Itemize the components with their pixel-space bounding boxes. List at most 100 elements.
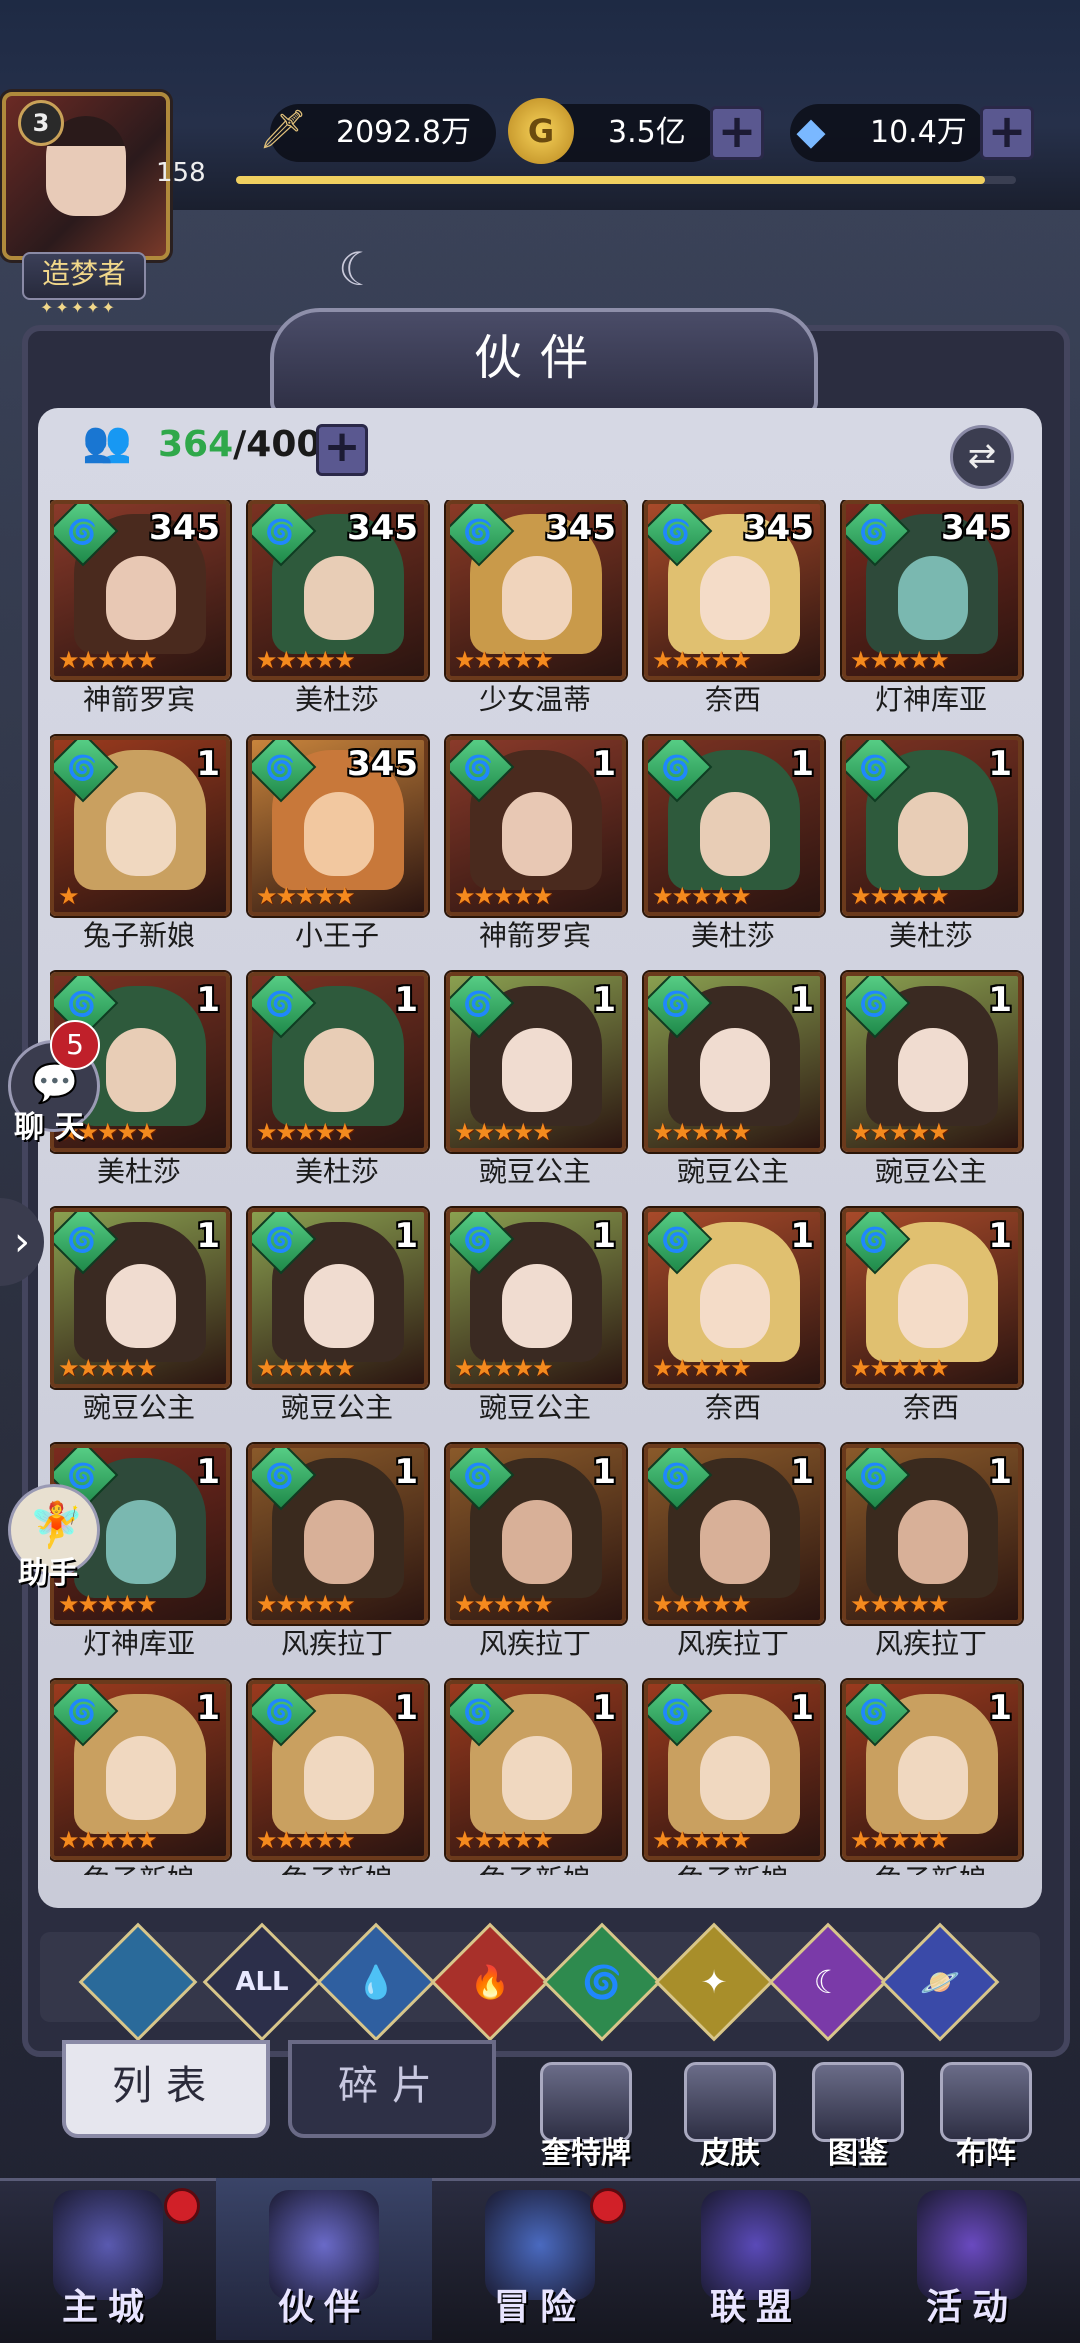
formation-button[interactable]: 布阵 [936,2062,1036,2171]
tab-list[interactable]: 列表 [62,2040,270,2138]
hero-face [502,1028,572,1112]
fire-filter-label: 🔥 [470,1963,510,2001]
hero-portrait: 🌀 1 ★★★★★ [644,1680,824,1860]
hero-face [700,1028,770,1112]
hero-card[interactable]: 🌀 1 ★★★★★ 奈西 [644,1208,824,1424]
hero-portrait: 🌀 1 ★★★★★ [446,1444,626,1624]
hero-card[interactable]: 🌀 1 ★★★★★ 风疾拉丁 [446,1444,626,1660]
hero-card[interactable]: 🌀 1 ★★★★★ 风疾拉丁 [644,1444,824,1660]
hero-name: 风疾拉丁 [478,1627,591,1660]
hero-face [304,1264,374,1348]
hero-portrait: 🌀 1 ★★★★★ [446,736,626,916]
codex-button[interactable]: 图鉴 [808,2062,908,2171]
quest-cards-button[interactable]: 奎特牌 [536,2062,636,2171]
hero-card[interactable]: 🌀1★★★★★兔子新娘 [446,1680,626,1875]
hero-card[interactable]: 🌀 1 ★★★★★ 美杜莎 [644,736,824,952]
hero-card[interactable]: 🌀 1 ★★★★★ 豌豆公主 [644,972,824,1188]
hero-portrait: 🌀 1 ★★★★★ [644,1444,824,1624]
hero-name: 豌豆公主 [82,1391,195,1424]
hero-card[interactable]: 🌀 1 ★★★★★ 豌豆公主 [842,972,1022,1188]
hero-portrait: 🌀 345 ★★★★★ [842,500,1022,680]
hero-level: 1 [394,1216,418,1256]
hero-stars: ★★★★★ [850,1826,950,1854]
hero-card[interactable]: 🌀 1 ★★★★★ 豌豆公主 [446,1208,626,1424]
hero-card[interactable]: 🌀 345 ★★★★★ 神箭罗宾 [50,500,230,716]
hero-name: 豌豆公主 [676,1155,789,1188]
hero-face [106,1028,176,1112]
hero-portrait: 🌀 1 ★★★★★ [50,1680,230,1860]
hero-stars: ★★★★★ [256,882,356,910]
hero-card[interactable]: 🌀1★★★★★兔子新娘 [248,1680,428,1875]
hero-stars: ★★★★★ [256,1118,356,1146]
hero-card[interactable]: 🌀 1 ★ 兔子新娘 [50,736,230,952]
hero-card[interactable]: 🌀 1 ★★★★★ 神箭罗宾 [446,736,626,952]
skins-button[interactable]: 皮肤 [680,2062,780,2171]
hero-card[interactable]: 🌀 1 ★★★★★ 美杜莎 [248,972,428,1188]
hero-name: 豌豆公主 [478,1155,591,1188]
partner-capacity: 364/400 [158,424,321,465]
hero-card[interactable]: 🌀 1 ★★★★★ 豌豆公主 [446,972,626,1188]
player-title[interactable]: 造梦者 [22,252,146,300]
nav-events[interactable]: 活动 [864,2178,1080,2340]
nav-partners[interactable]: 伙伴 [216,2178,432,2340]
hero-card[interactable]: 🌀 345 ★★★★★ 少女温蒂 [446,500,626,716]
hero-stars: ★★★★★ [454,1826,554,1854]
hero-card[interactable]: 🌀 345 ★★★★★ 美杜莎 [248,500,428,716]
nav-label: 主城 [61,2287,154,2328]
hero-name: 豌豆公主 [478,1391,591,1424]
hero-card[interactable]: 🌀 345 ★★★★★ 小王子 [248,736,428,952]
hero-card[interactable]: 🌀 1 ★★★★★ 豌豆公主 [50,1208,230,1424]
hero-card[interactable]: 🌀1★★★★★兔子新娘 [50,1680,230,1875]
power-value: 2092.8万 [336,115,471,150]
hero-card[interactable]: 🌀 1 ★★★★★ 豌豆公主 [248,1208,428,1424]
exp-bar [236,176,1016,184]
hero-face [700,1500,770,1584]
hero-name: 奈西 [704,683,761,716]
hero-name: 风疾拉丁 [280,1627,393,1660]
partners-count-icon: 👥 [82,419,132,465]
hero-portrait: 🌀 1 ★★★★★ [842,1680,1022,1860]
hero-name: 神箭罗宾 [82,683,195,716]
hero-card[interactable]: 🌀 1 ★★★★★ 风疾拉丁 [842,1444,1022,1660]
nav-alliance[interactable]: 联盟 [648,2178,864,2340]
wind-glyph: 🌀 [661,1462,691,1490]
add-diamond-button[interactable]: + [980,106,1034,160]
hero-stars: ★★★★★ [256,1590,356,1618]
hero-card[interactable]: 🌀 345 ★★★★★ 奈西 [644,500,824,716]
hero-face [898,1264,968,1348]
hero-card[interactable]: 🌀1★★★★★兔子新娘 [842,1680,1022,1875]
hero-portrait: 🌀 1 ★★★★★ [644,972,824,1152]
wind-glyph: 🌀 [859,754,889,782]
hero-level: 1 [394,980,418,1020]
hero-stars: ★★★★★ [58,1590,158,1618]
hero-stars: ★★★★★ [454,646,554,674]
hero-card[interactable]: 🌀 1 ★★★★★ 奈西 [842,1208,1022,1424]
hero-name: 小王子 [294,919,379,952]
hero-level: 1 [196,1688,220,1728]
tab-fragments[interactable]: 碎片 [288,2040,496,2138]
hero-card[interactable]: 🌀1★★★★★兔子新娘 [644,1680,824,1875]
hero-face [502,792,572,876]
wind-glyph: 🌀 [67,1226,97,1254]
hero-face [700,1264,770,1348]
hero-level: 1 [592,980,616,1020]
sort-toggle-button[interactable]: ⇄ [950,425,1014,489]
chat-unread-badge: 5 [50,1020,100,1070]
expand-capacity-button[interactable]: + [316,424,368,476]
hero-grid: 🌀 345 ★★★★★ 神箭罗宾 🌀 345 ★★★★★ 美杜莎 🌀 345 ★★★★★ 少女温蒂 🌀 3… [50,500,1030,1875]
notification-dot [164,2188,200,2224]
hero-card[interactable]: 🌀 1 ★★★★★ 美杜莎 [842,736,1022,952]
nav-label: 冒险 [493,2287,586,2328]
hero-face [106,792,176,876]
hero-card[interactable]: 🌀 345 ★★★★★ 灯神库亚 [842,500,1022,716]
hero-name: 奈西 [704,1391,761,1424]
wind-glyph: 🌀 [859,518,889,546]
space-filter-label: 🪐 [920,1963,960,2001]
hero-level: 1 [592,1688,616,1728]
hero-card[interactable]: 🌀 1 ★★★★★ 风疾拉丁 [248,1444,428,1660]
moon-icon: ☾ [338,242,380,296]
add-gold-button[interactable]: + [710,106,764,160]
hero-name: 美杜莎 [888,919,973,952]
hero-level: 345 [149,508,220,548]
hero-face [304,1500,374,1584]
